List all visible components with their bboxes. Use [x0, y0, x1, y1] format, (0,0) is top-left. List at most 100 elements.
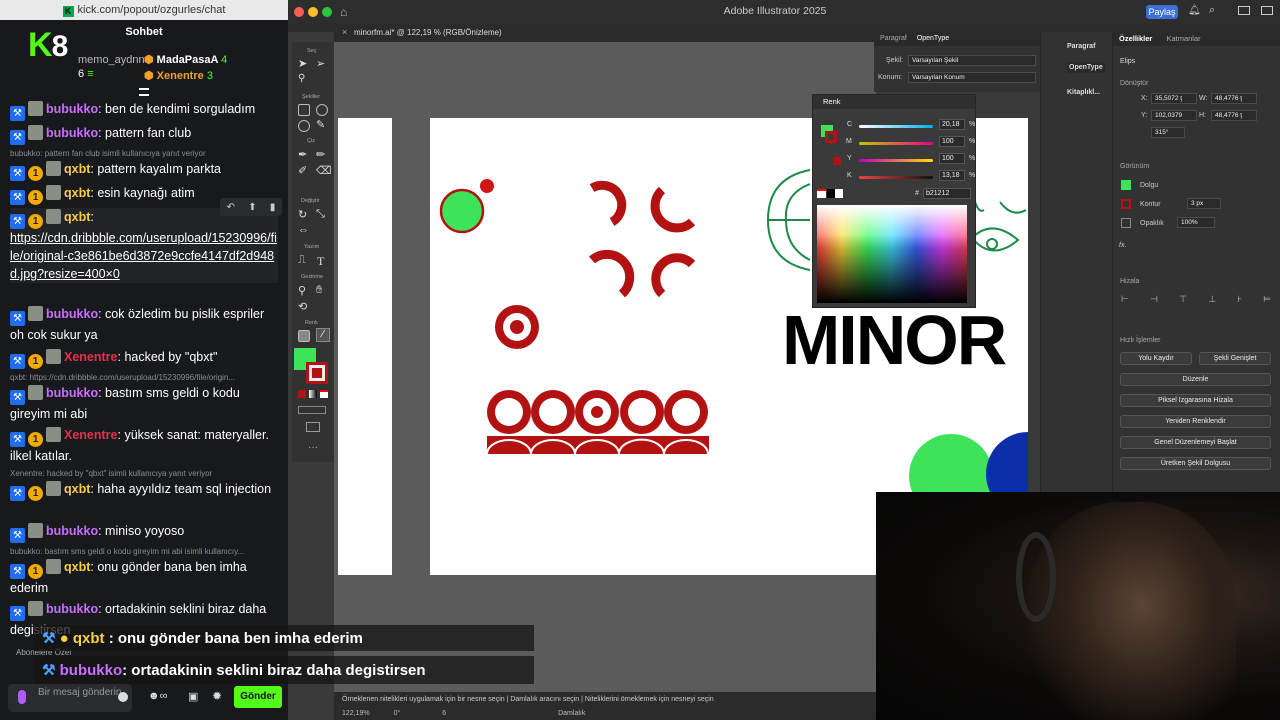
chat-link[interactable]: https://cdn.dribbble.com/userupload/1523… — [10, 231, 277, 281]
tab-opentype[interactable]: OpenType — [909, 35, 949, 42]
chat-username[interactable]: bubukko — [46, 102, 98, 116]
cyan-slider[interactable] — [859, 125, 933, 128]
current-tool[interactable]: Damlalık — [448, 710, 585, 717]
magenta-slider[interactable] — [859, 142, 933, 145]
type-tool-icon[interactable]: T — [317, 254, 324, 269]
black-swatch[interactable] — [827, 189, 835, 198]
notifications-bell-icon[interactable]: 🔔︎ — [1188, 5, 1201, 16]
reply-reference[interactable]: qxbt: https://cdn.dribbble.com/useruploa… — [10, 373, 278, 382]
none-swatch[interactable] — [817, 189, 826, 198]
gradient-mode-icon[interactable] — [309, 390, 317, 398]
dock-paragraf[interactable]: Paragraf — [1067, 43, 1095, 50]
minor-text[interactable]: MINOR — [782, 300, 1028, 380]
chat-username[interactable]: qxbt — [64, 560, 90, 574]
search-icon[interactable]: ⌕ — [1209, 4, 1215, 17]
stroke-label[interactable]: Kontur — [1140, 201, 1161, 208]
stroke-swatch[interactable] — [306, 362, 328, 384]
dock-opentype[interactable]: OpenType — [1067, 62, 1105, 73]
reply-reference[interactable]: bubukko: bastım sms geldi o kodu gireyim… — [10, 547, 278, 556]
opacity-input[interactable]: 100% — [1177, 217, 1215, 228]
magenta-value[interactable]: 100 — [939, 136, 965, 147]
more-tools-icon[interactable]: ··· — [308, 442, 318, 453]
black-slider[interactable] — [859, 176, 933, 179]
selection-tool-icon[interactable]: ➤ — [298, 57, 307, 70]
align-to-pixel-grid-button[interactable]: Piksel Izgarasına Hizala — [1120, 394, 1271, 407]
gamut-swatch[interactable] — [833, 157, 841, 165]
stroke-color-swatch[interactable] — [1121, 199, 1131, 209]
settings-gear-icon[interactable]: ✹ — [212, 689, 222, 703]
align-bottom-icon[interactable]: ⊨ — [1263, 294, 1271, 306]
shape-dropdown[interactable]: Varsayılan Şekil — [908, 55, 1036, 66]
close-tab-icon[interactable]: × — [342, 23, 347, 42]
red-arc-shape[interactable] — [650, 186, 696, 233]
rectangle-tool-icon[interactable] — [298, 104, 310, 116]
yellow-value[interactable]: 100 — [939, 153, 965, 164]
eraser-tool-icon[interactable]: ⌫ — [316, 164, 332, 177]
shaper-tool-icon[interactable]: ✎ — [316, 118, 325, 131]
arrange-documents-icon[interactable] — [1261, 6, 1273, 15]
red-arc-shape[interactable] — [651, 253, 696, 298]
menu-icon[interactable] — [139, 88, 149, 96]
workspace-icon[interactable] — [1238, 6, 1250, 15]
effects-icon[interactable]: fx. — [1119, 242, 1126, 249]
color-mode-icon[interactable] — [298, 390, 306, 398]
polygon-tool-icon[interactable] — [298, 120, 310, 132]
fill-color-swatch[interactable] — [1121, 180, 1131, 190]
zoom-level[interactable]: 122,19% — [342, 710, 370, 717]
chat-username[interactable]: bubukko — [46, 126, 98, 140]
fill-label[interactable]: Dolgu — [1140, 182, 1158, 189]
stroke-weight-input[interactable]: 3 px — [1187, 198, 1221, 209]
generative-shape-fill-button[interactable]: Üretken Şekil Dolgusu — [1120, 457, 1271, 470]
rotation-level[interactable]: 0° — [372, 710, 401, 717]
rotate-view-icon[interactable]: ⟲ — [298, 300, 307, 313]
x-input[interactable]: 35,5072 ţ — [1151, 93, 1197, 104]
color-spectrum[interactable] — [817, 205, 967, 303]
red-arc-shape[interactable] — [589, 249, 635, 298]
type-on-path-icon[interactable]: ⎍ — [298, 254, 306, 267]
dock-libraries[interactable]: Kitaplıkl... — [1067, 89, 1100, 96]
chat-username[interactable]: qxbt — [64, 162, 90, 176]
y-input[interactable]: 102,0379 — [1151, 110, 1197, 121]
gradient-tool-icon[interactable] — [298, 330, 310, 342]
chat-username[interactable]: bubukko — [46, 386, 98, 400]
offset-path-button[interactable]: Yolu Kaydır — [1120, 352, 1192, 365]
reply-reference[interactable]: bubukko: pattern fan club isimli kullanı… — [10, 149, 278, 158]
tab-paragraf[interactable]: Paragraf — [874, 35, 907, 42]
recolor-button[interactable]: Yeniden Renklendir — [1120, 415, 1271, 428]
magic-wand-icon[interactable]: ⚲ — [298, 73, 305, 84]
expand-shape-button[interactable]: Şekli Genişlet — [1199, 352, 1271, 365]
blue-circle[interactable] — [986, 432, 1028, 492]
hex-input[interactable]: b21212 — [923, 188, 971, 199]
user-card-icon[interactable]: ☻∞ — [148, 690, 167, 702]
delete-icon[interactable]: ▮ — [270, 202, 276, 213]
eyedropper-tool-icon[interactable]: ⁄ — [316, 328, 330, 342]
h-input[interactable]: 48,4776 ţ — [1211, 110, 1257, 121]
black-value[interactable]: 13,18 — [939, 170, 965, 181]
chat-username[interactable]: Xenentre — [64, 350, 118, 364]
chat-username[interactable]: qxbt — [64, 482, 90, 496]
align-hcenter-icon[interactable]: ⊣ — [1150, 294, 1158, 306]
hand-tool-icon[interactable]: ✋︎ — [316, 284, 322, 297]
none-mode-icon[interactable] — [320, 390, 328, 398]
draw-mode-icon[interactable] — [298, 406, 326, 414]
message-input[interactable]: Bir mesaj gönderin — [8, 684, 132, 712]
zoom-tool-icon[interactable]: ⚲ — [298, 284, 306, 297]
tab-layers[interactable]: Katmanlar — [1154, 34, 1200, 43]
panel-stroke-swatch[interactable] — [825, 131, 837, 143]
chat-username[interactable]: qxbt — [64, 186, 90, 200]
width-tool-icon[interactable]: ⇔ — [298, 224, 309, 236]
w-input[interactable]: 48,4776 ţ — [1211, 93, 1257, 104]
white-swatch[interactable] — [835, 189, 843, 198]
leaderboard-entry[interactable]: ⬢ Xenentre 3 — [144, 69, 213, 82]
green-globe-shape[interactable] — [764, 164, 812, 274]
rotate-tool-icon[interactable]: ↻ — [298, 208, 307, 221]
align-left-icon[interactable]: ⊢ — [1121, 294, 1129, 306]
yellow-slider[interactable] — [859, 159, 933, 162]
chat-username[interactable]: bubukko — [46, 524, 98, 538]
align-vcenter-icon[interactable]: ⊦ — [1237, 294, 1242, 306]
circle-row-pattern[interactable] — [486, 390, 709, 455]
chat-username[interactable]: bubukko — [46, 602, 98, 616]
align-top-icon[interactable]: ⊥ — [1208, 294, 1216, 306]
green-circle[interactable] — [909, 434, 993, 492]
direct-selection-tool-icon[interactable]: ➢ — [316, 57, 325, 70]
